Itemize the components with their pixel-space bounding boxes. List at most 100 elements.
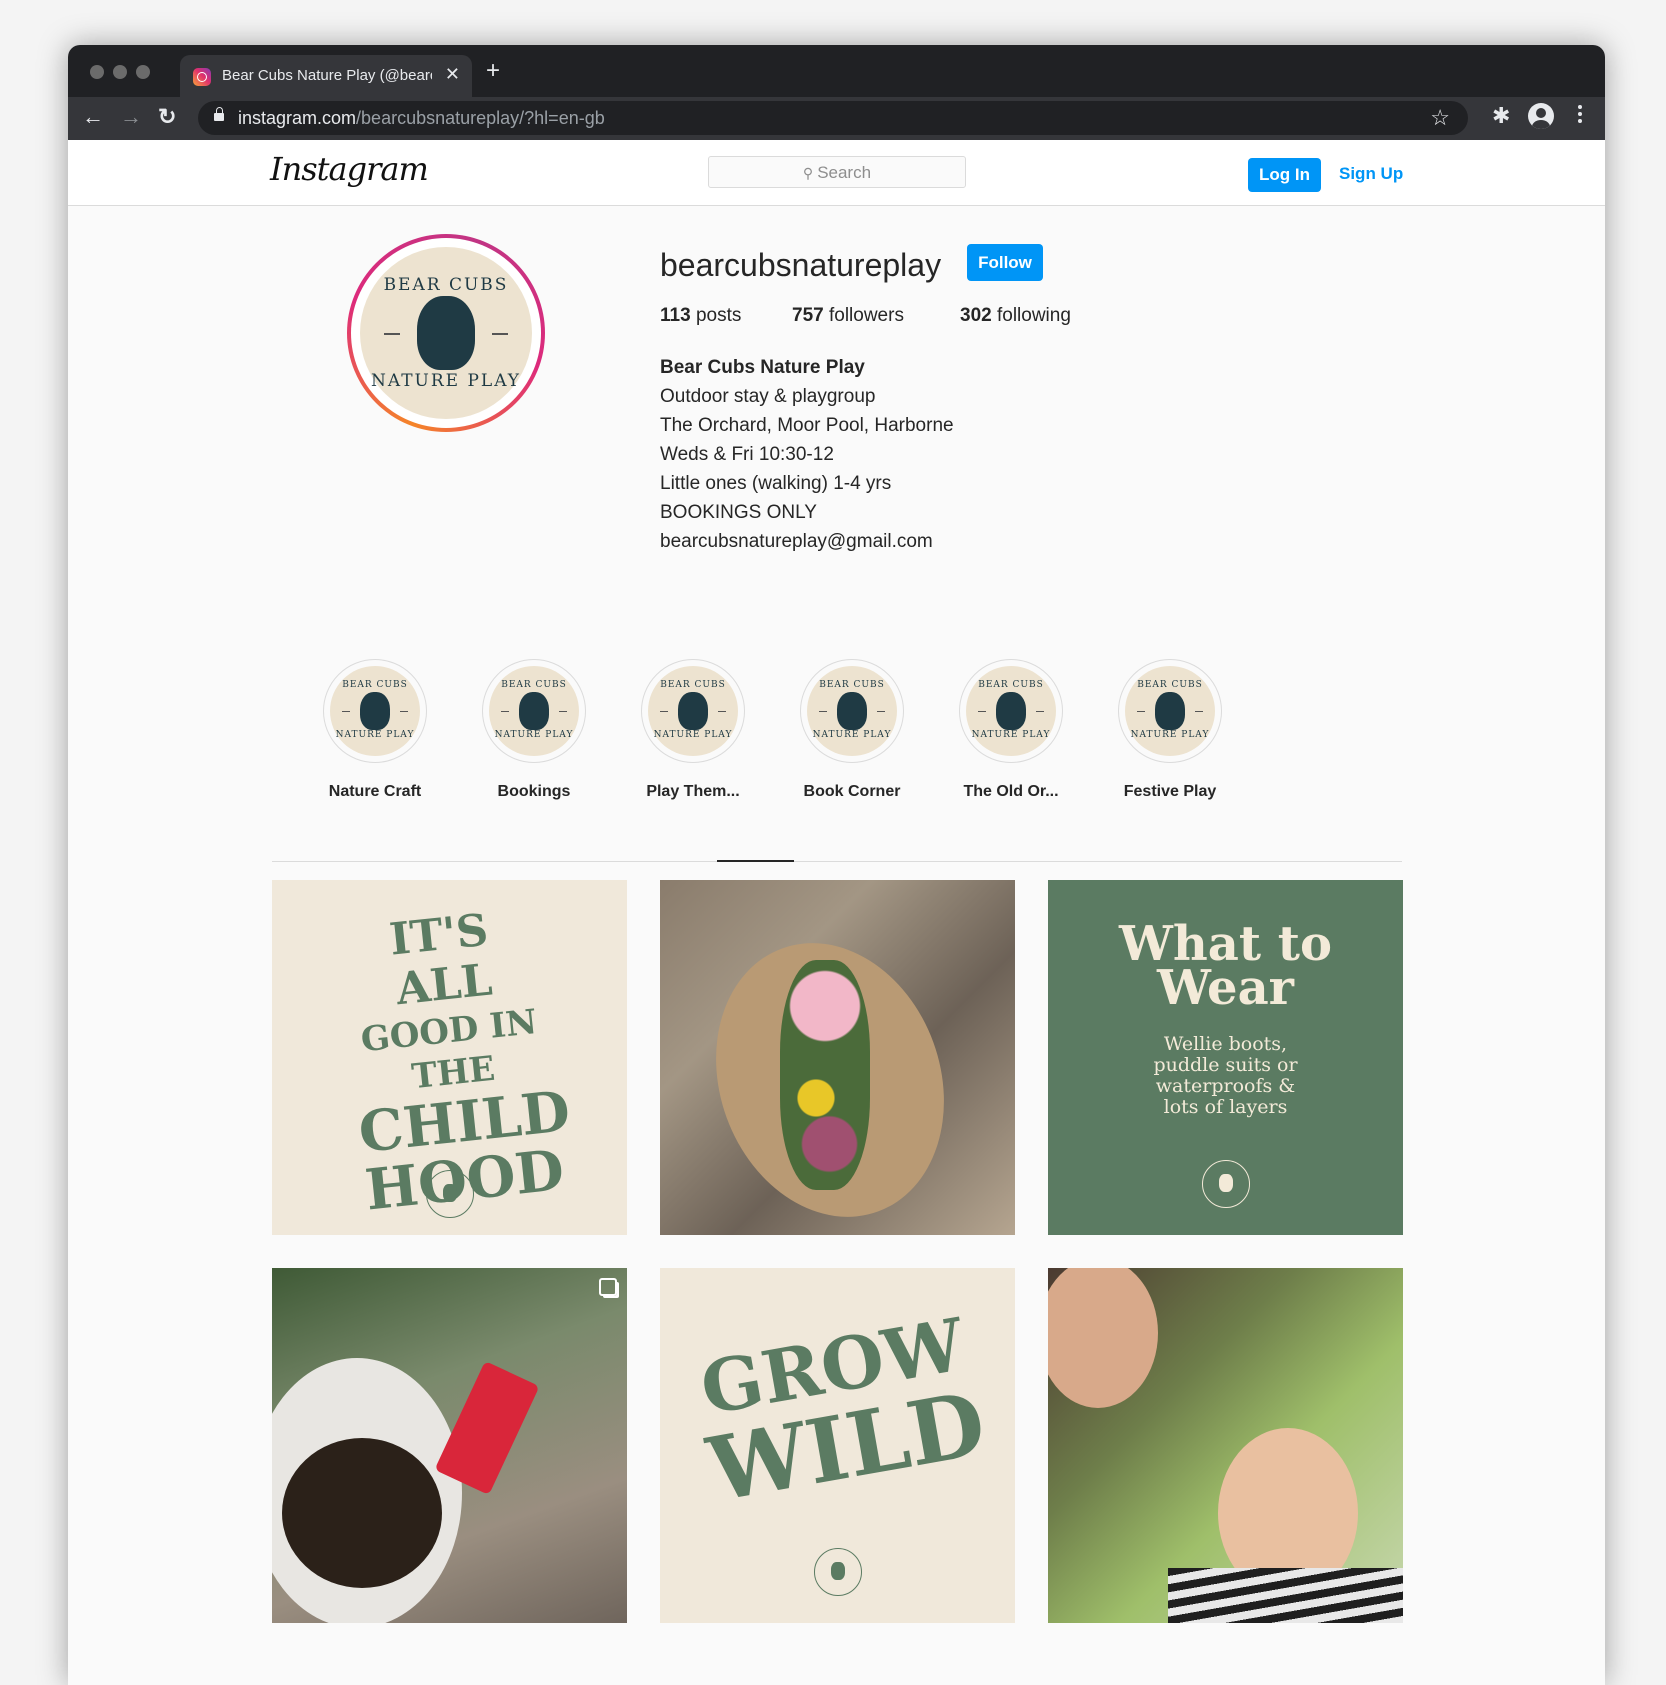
address-bar[interactable]: instagram.com/bearcubsnatureplay/?hl=en-… [198, 101, 1468, 135]
maximize-window-button[interactable] [136, 65, 150, 79]
bio-line: Weds & Fri 10:30-12 [660, 444, 834, 465]
logo-divider [1137, 711, 1145, 712]
instagram-logo[interactable]: Instagram [270, 150, 429, 188]
search-icon: ⚲ [802, 165, 814, 181]
login-button[interactable]: Log In [1248, 158, 1321, 192]
highlight-cover: BEAR CUBS NATURE PLAY [959, 659, 1063, 763]
logo-divider [877, 711, 885, 712]
post-body: Wellie boots, puddle suits or waterproof… [1153, 1033, 1298, 1118]
following-count[interactable]: 302 following [960, 305, 1071, 327]
follow-button[interactable]: Follow [967, 244, 1043, 281]
more-menu-icon[interactable] [1578, 105, 1582, 126]
browser-tab-active[interactable]: Bear Cubs Nature Play (@bearcubsnaturepl… [180, 55, 472, 97]
logo-divider [342, 711, 350, 712]
highlight-label: Festive Play [1123, 783, 1217, 800]
active-tab-indicator [717, 860, 794, 862]
highlight-cover: BEAR CUBS NATURE PLAY [482, 659, 586, 763]
bio-line: BOOKINGS ONLY [660, 502, 817, 523]
tab-bar: Bear Cubs Nature Play (@bearcubsnaturepl… [68, 45, 1605, 97]
minimize-window-button[interactable] [113, 65, 127, 79]
bear-cubs-logo: BEAR CUBS NATURE PLAY [1125, 666, 1215, 756]
new-tab-button[interactable]: + [486, 59, 500, 83]
story-highlight[interactable]: BEAR CUBS NATURE PLAY The Old Or... [958, 659, 1064, 801]
logo-top-text: BEAR CUBS [342, 680, 408, 690]
profile-bio: Bear Cubs Nature Play Outdoor stay & pla… [660, 353, 954, 556]
signup-link[interactable]: Sign Up [1339, 164, 1403, 184]
story-highlight[interactable]: BEAR CUBS NATURE PLAY Book Corner [799, 659, 905, 801]
bear-icon [1155, 692, 1185, 730]
bear-icon [417, 296, 475, 370]
logo-top-text: BEAR CUBS [819, 680, 885, 690]
display-name: Bear Cubs Nature Play [660, 357, 865, 378]
bear-icon [360, 692, 390, 730]
bear-cubs-logo: BEAR CUBS NATURE PLAY [966, 666, 1056, 756]
logo-top-text: BEAR CUBS [978, 680, 1044, 690]
profile-avatar[interactable]: BEAR CUBS NATURE PLAY [347, 234, 545, 432]
reload-icon[interactable]: ↻ [158, 105, 176, 129]
story-highlight[interactable]: BEAR CUBS NATURE PLAY Nature Craft [322, 659, 428, 801]
story-highlight[interactable]: BEAR CUBS NATURE PLAY Bookings [481, 659, 587, 801]
logo-divider [501, 711, 509, 712]
bear-cubs-logo: BEAR CUBS NATURE PLAY [807, 666, 897, 756]
story-highlight[interactable]: BEAR CUBS NATURE PLAY Festive Play [1117, 659, 1223, 801]
logo-top-text: BEAR CUBS [1137, 680, 1203, 690]
bear-icon [837, 692, 867, 730]
logo-divider [978, 711, 986, 712]
logo-divider [660, 711, 668, 712]
logo-divider [1036, 711, 1044, 712]
story-highlight[interactable]: BEAR CUBS NATURE PLAY Play Them... [640, 659, 746, 801]
bookmark-star-icon[interactable]: ☆ [1430, 105, 1450, 131]
bear-cubs-logo: BEAR CUBS NATURE PLAY [360, 247, 532, 419]
close-tab-icon[interactable]: ✕ [445, 64, 460, 85]
followers-count[interactable]: 757 followers [792, 305, 904, 327]
bear-cubs-logo [813, 1548, 862, 1596]
profile-avatar-icon[interactable] [1528, 103, 1554, 129]
forward-arrow-icon[interactable]: → [120, 105, 142, 129]
logo-divider [492, 333, 508, 335]
soil [282, 1438, 442, 1588]
extensions-puzzle-icon[interactable]: ✱ [1492, 103, 1510, 129]
logo-divider [559, 711, 567, 712]
bio-email: bearcubsnatureplay@gmail.com [660, 531, 933, 552]
post-selfie[interactable] [1048, 1268, 1403, 1623]
post-planting[interactable] [272, 1268, 627, 1623]
post-what-to-wear[interactable]: What to Wear Wellie boots, puddle suits o… [1048, 880, 1403, 1235]
striped-shirt [1168, 1568, 1403, 1623]
bear-icon [996, 692, 1026, 730]
flowers [780, 960, 870, 1190]
highlight-label: Nature Craft [328, 783, 422, 800]
tabs-divider [272, 861, 1402, 862]
logo-top-text: BEAR CUBS [660, 680, 726, 690]
bear-cubs-logo: BEAR CUBS NATURE PLAY [489, 666, 579, 756]
red-trowel [434, 1360, 540, 1496]
logo-divider [819, 711, 827, 712]
post-its-all-good[interactable]: IT'S ALL GOOD IN THE CHILD HOOD [272, 880, 627, 1235]
url-path: /bearcubsnatureplay/?hl=en-gb [356, 108, 605, 128]
search-placeholder: Search [817, 163, 872, 182]
url-text: instagram.com/bearcubsnatureplay/?hl=en-… [238, 108, 605, 129]
bio-line: Little ones (walking) 1-4 yrs [660, 473, 892, 494]
post-flower-craft[interactable] [660, 880, 1015, 1235]
highlight-label: The Old Or... [963, 783, 1059, 800]
logo-divider [384, 333, 400, 335]
bear-cubs-logo: BEAR CUBS NATURE PLAY [330, 666, 420, 756]
url-domain: instagram.com [238, 108, 357, 128]
search-input[interactable]: ⚲ Search [708, 156, 966, 188]
highlight-cover: BEAR CUBS NATURE PLAY [641, 659, 745, 763]
back-arrow-icon[interactable]: ← [82, 105, 104, 129]
logo-bottom-text: NATURE PLAY [370, 371, 522, 391]
posts-count: 113 posts [660, 305, 742, 326]
post-grow-wild[interactable]: GROW WILD [660, 1268, 1015, 1623]
close-window-button[interactable] [90, 65, 104, 79]
logo-bottom-text: NATURE PLAY [335, 730, 415, 740]
logo-top-text: BEAR CUBS [501, 680, 567, 690]
highlight-label: Play Them... [646, 783, 740, 800]
logo-top-text: BEAR CUBS [383, 275, 509, 295]
logo-bottom-text: NATURE PLAY [812, 730, 892, 740]
highlight-label: Book Corner [803, 783, 901, 800]
logo-bottom-text: NATURE PLAY [494, 730, 574, 740]
browser-toolbar: ← → ↻ instagram.com/bearcubsnatureplay/?… [68, 97, 1605, 140]
highlight-cover: BEAR CUBS NATURE PLAY [1118, 659, 1222, 763]
instagram-header: Instagram ⚲ Search Log In Sign Up [68, 140, 1605, 206]
tab-title: Bear Cubs Nature Play (@bearcubsnaturepl… [222, 67, 432, 84]
